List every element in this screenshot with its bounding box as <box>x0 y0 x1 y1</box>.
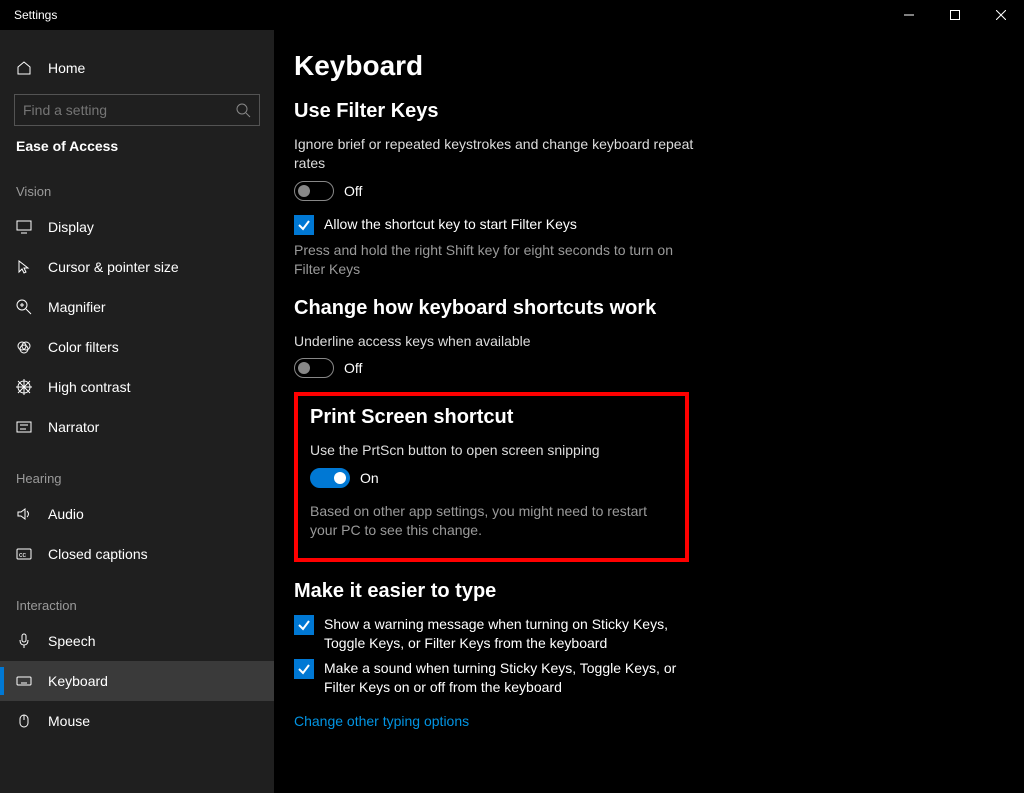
content-scroll[interactable]: Keyboard Use Filter Keys Ignore brief or… <box>274 30 1024 793</box>
underline-keys-state: Off <box>344 360 362 376</box>
sidebar-item-magnifier[interactable]: Magnifier <box>0 287 274 327</box>
magnifier-icon <box>16 299 32 315</box>
sidebar-item-closedcaptions[interactable]: cc Closed captions <box>0 534 274 574</box>
window-controls <box>886 0 1024 30</box>
section-filter-keys: Use Filter Keys <box>294 100 984 123</box>
filter-shortcut-desc: Press and hold the right Shift key for e… <box>294 241 694 279</box>
sidebar-home[interactable]: Home <box>0 48 274 88</box>
svg-text:cc: cc <box>19 552 27 559</box>
typing-warning-label: Show a warning message when turning on S… <box>324 615 694 653</box>
home-icon <box>16 60 32 76</box>
printscreen-toggle[interactable] <box>310 468 350 488</box>
narrator-icon <box>16 419 32 435</box>
speech-icon <box>16 633 32 649</box>
page-title: Keyboard <box>294 50 984 82</box>
sidebar-item-label: High contrast <box>48 379 130 395</box>
sidebar-item-colorfilters[interactable]: Color filters <box>0 327 274 367</box>
sidebar-item-label: Speech <box>48 633 95 649</box>
section-shortcuts: Change how keyboard shortcuts work <box>294 297 984 320</box>
colorfilters-icon <box>16 339 32 355</box>
sidebar-group-interaction: Interaction <box>0 574 274 621</box>
search-icon <box>235 102 251 118</box>
minimize-button[interactable] <box>886 0 932 30</box>
sidebar-item-label: Narrator <box>48 419 99 435</box>
display-icon <box>16 219 32 235</box>
filter-keys-toggle[interactable] <box>294 181 334 201</box>
sidebar-item-label: Color filters <box>48 339 119 355</box>
sidebar-item-keyboard[interactable]: Keyboard <box>0 661 274 701</box>
filter-shortcut-checkbox[interactable] <box>294 215 314 235</box>
keyboard-icon <box>16 673 32 689</box>
sidebar-item-speech[interactable]: Speech <box>0 621 274 661</box>
sidebar-item-label: Display <box>48 219 94 235</box>
sidebar-item-mouse[interactable]: Mouse <box>0 701 274 741</box>
main-content: Keyboard Use Filter Keys Ignore brief or… <box>274 30 1024 793</box>
cursor-icon <box>16 259 32 275</box>
sidebar-home-label: Home <box>48 60 85 76</box>
underline-keys-toggle[interactable] <box>294 358 334 378</box>
typing-sound-checkbox[interactable] <box>294 659 314 679</box>
sidebar-group-vision: Vision <box>0 160 274 207</box>
titlebar: Settings <box>0 0 1024 30</box>
sidebar-item-display[interactable]: Display <box>0 207 274 247</box>
highcontrast-icon <box>16 379 32 395</box>
section-typing: Make it easier to type <box>294 580 984 603</box>
filter-keys-desc: Ignore brief or repeated keystrokes and … <box>294 135 694 173</box>
maximize-button[interactable] <box>932 0 978 30</box>
app-title: Settings <box>14 8 57 22</box>
sidebar-item-highcontrast[interactable]: High contrast <box>0 367 274 407</box>
change-typing-link[interactable]: Change other typing options <box>294 713 469 729</box>
sidebar-item-label: Closed captions <box>48 546 148 562</box>
sidebar-item-label: Audio <box>48 506 84 522</box>
audio-icon <box>16 506 32 522</box>
sidebar-item-audio[interactable]: Audio <box>0 494 274 534</box>
filter-keys-toggle-state: Off <box>344 183 362 199</box>
printscreen-desc: Use the PrtScn button to open screen sni… <box>310 441 673 460</box>
close-button[interactable] <box>978 0 1024 30</box>
typing-sound-label: Make a sound when turning Sticky Keys, T… <box>324 659 694 697</box>
printscreen-state: On <box>360 470 379 486</box>
section-printscreen: Print Screen shortcut <box>310 406 673 429</box>
shortcuts-desc: Underline access keys when available <box>294 332 694 351</box>
sidebar: Home Ease of Access Vision Display Curso… <box>0 30 274 793</box>
search-input[interactable] <box>23 102 235 118</box>
sidebar-item-label: Cursor & pointer size <box>48 259 179 275</box>
filter-shortcut-label: Allow the shortcut key to start Filter K… <box>324 215 577 234</box>
typing-warning-checkbox[interactable] <box>294 615 314 635</box>
print-screen-highlight: Print Screen shortcut Use the PrtScn but… <box>294 392 689 562</box>
printscreen-note: Based on other app settings, you might n… <box>310 502 673 540</box>
search-box[interactable] <box>14 94 260 126</box>
sidebar-item-label: Keyboard <box>48 673 108 689</box>
sidebar-item-label: Magnifier <box>48 299 106 315</box>
sidebar-item-cursor[interactable]: Cursor & pointer size <box>0 247 274 287</box>
mouse-icon <box>16 713 32 729</box>
sidebar-section-title: Ease of Access <box>0 138 274 154</box>
closed-captions-icon: cc <box>16 546 32 562</box>
sidebar-group-hearing: Hearing <box>0 447 274 494</box>
sidebar-item-label: Mouse <box>48 713 90 729</box>
sidebar-item-narrator[interactable]: Narrator <box>0 407 274 447</box>
